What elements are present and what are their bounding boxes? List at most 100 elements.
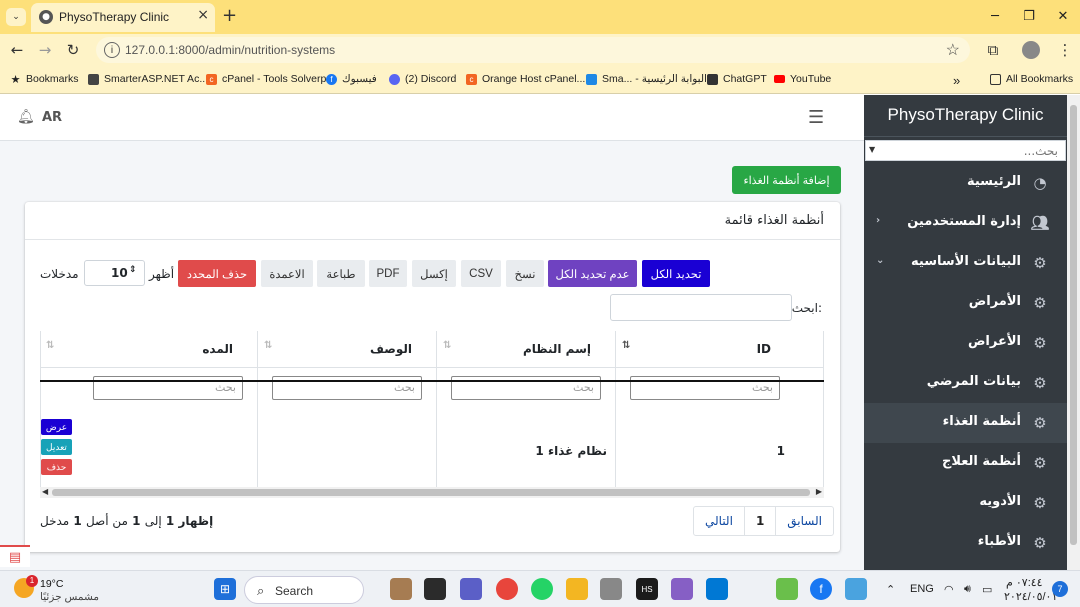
chevron-up-icon[interactable]: ⌃: [886, 583, 895, 596]
bookmark-item[interactable]: ★ Bookmarks: [10, 73, 79, 86]
csv-button[interactable]: CSV: [461, 260, 501, 287]
excel-button[interactable]: إكسل: [412, 260, 456, 287]
wifi-icon[interactable]: ◠: [944, 583, 954, 596]
card-header: أنظمة الغذاء قائمة: [25, 202, 840, 240]
notification-badge[interactable]: 7: [1052, 581, 1068, 597]
column-header-id[interactable]: ID ⇅: [616, 331, 795, 367]
teams-icon[interactable]: [460, 578, 482, 600]
pdf-button[interactable]: PDF: [369, 260, 407, 287]
bookmark-item[interactable]: c Orange Host cPanel...: [466, 73, 585, 85]
windows-start-icon[interactable]: ⊞: [214, 578, 236, 600]
sidebar-search-input[interactable]: [878, 143, 1058, 159]
gears-icon: ⚙: [1033, 454, 1047, 472]
sidebar-item-patients[interactable]: ⚙ بيانات المرضي: [864, 363, 1067, 403]
scrollbar-thumb[interactable]: [52, 489, 810, 496]
tab-close-icon[interactable]: ×: [197, 7, 209, 23]
scroll-left-icon[interactable]: ◀: [42, 487, 48, 496]
sidebar-item-symptoms[interactable]: ⚙ الأعراض: [864, 323, 1067, 363]
widgets-icon[interactable]: [390, 578, 412, 600]
store-icon[interactable]: [600, 578, 622, 600]
edit-button[interactable]: تعديل: [41, 439, 72, 455]
bookmark-item[interactable]: f فيسبوك: [326, 73, 377, 85]
sidebar-scrollbar[interactable]: [1067, 95, 1080, 570]
reload-icon[interactable]: ↻: [62, 39, 84, 61]
sidebar-search[interactable]: ▼: [865, 140, 1066, 161]
file-explorer-icon[interactable]: [566, 578, 588, 600]
taskbar-search[interactable]: ⌕ Search: [244, 576, 364, 604]
facebook-icon[interactable]: f: [810, 578, 832, 600]
sidebar-item-basic-data[interactable]: ⚙ البيانات الأساسيه ⌄: [864, 243, 1067, 283]
scrollbar-thumb[interactable]: [1070, 105, 1077, 545]
task-view-icon[interactable]: [424, 578, 446, 600]
deselect-all-button[interactable]: عدم تحديد الكل: [548, 260, 637, 287]
clock-time[interactable]: ٠٧:٤٤ م: [1006, 576, 1043, 589]
bookmark-star-icon[interactable]: ☆: [946, 40, 960, 60]
bookmark-item[interactable]: SmarterASP.NET Ac...: [88, 73, 208, 85]
chrome-icon[interactable]: [496, 578, 518, 600]
column-header-name[interactable]: إسم النظام ⇅: [437, 331, 615, 367]
sidebar-item-doctors[interactable]: ⚙ الأطباء: [864, 523, 1067, 563]
search-icon: ⌕: [257, 583, 265, 598]
debugbar-icon[interactable]: ▤: [0, 545, 30, 567]
copy-button[interactable]: نسخ: [506, 260, 544, 287]
columns-button[interactable]: الاعمدة: [261, 260, 313, 287]
scroll-right-icon[interactable]: ▶: [816, 487, 822, 496]
sidebar-item-home[interactable]: ◔ الرئيسية: [864, 163, 1067, 203]
back-icon[interactable]: ←: [6, 39, 28, 61]
volume-icon[interactable]: 🔊︎: [964, 583, 971, 596]
bookmark-item[interactable]: Sma... - البوابة الرئيسية: [586, 73, 707, 85]
sort-icon: ⇅: [46, 340, 55, 351]
bell-icon[interactable]: 🔔︎: [17, 109, 35, 125]
hamburger-icon[interactable]: ☰: [808, 107, 824, 128]
language-switch[interactable]: AR: [42, 110, 62, 125]
bookmark-item[interactable]: YouTube: [774, 73, 831, 85]
pagination-next[interactable]: التالي: [694, 507, 744, 535]
profile-avatar[interactable]: [1022, 41, 1040, 59]
url-field[interactable]: i 127.0.0.1:8000/admin/nutrition-systems…: [96, 37, 970, 63]
bookmark-item[interactable]: c cPanel - Tools Solverp: [206, 73, 326, 85]
whatsapp-icon[interactable]: [531, 578, 553, 600]
sidebar-item-treatment-systems[interactable]: ⚙ أنظمة العلاج: [864, 443, 1067, 483]
tab-search-button[interactable]: ⌄: [6, 8, 26, 26]
sidebar-item-diseases[interactable]: ⚙ الأمراض: [864, 283, 1067, 323]
column-header-description[interactable]: الوصف ⇅: [258, 331, 436, 367]
print-button[interactable]: طباعة: [317, 260, 365, 287]
extensions-icon[interactable]: ⧉: [982, 39, 1004, 61]
visual-studio-icon[interactable]: [671, 578, 693, 600]
all-bookmarks-button[interactable]: All Bookmarks: [990, 73, 1073, 85]
bookmark-item[interactable]: (2) Discord: [389, 73, 456, 85]
app-icon[interactable]: [776, 578, 798, 600]
bookmark-item[interactable]: ChatGPT: [707, 73, 767, 85]
battery-icon[interactable]: ▭: [982, 583, 992, 596]
delete-selected-button[interactable]: حذف المحدد: [178, 260, 256, 287]
temperature: 19°C: [40, 578, 64, 590]
restore-button[interactable]: ❐: [1012, 0, 1046, 32]
minimize-button[interactable]: ─: [978, 0, 1012, 32]
hs-app-icon[interactable]: HS: [636, 578, 658, 600]
sidebar-item-nutrition-systems[interactable]: ⚙ أنظمة الغذاء: [864, 403, 1067, 443]
new-tab-button[interactable]: +: [222, 5, 237, 26]
table-horizontal-scrollbar[interactable]: ◀ ▶: [40, 487, 824, 498]
pagination-page-1[interactable]: 1: [743, 507, 775, 535]
site-info-icon[interactable]: i: [104, 42, 120, 58]
select-all-button[interactable]: تحديد الكل: [642, 260, 710, 287]
column-header-duration[interactable]: المده ⇅: [40, 331, 257, 367]
add-nutrition-system-button[interactable]: إضافة أنظمة الغذاء: [732, 166, 841, 194]
table-search-input[interactable]: [610, 294, 792, 321]
more-bookmarks-button[interactable]: »: [953, 73, 960, 88]
vscode-icon[interactable]: [706, 578, 728, 600]
clock-date[interactable]: ٢٠٢٤/٠٥/٠١: [1004, 590, 1057, 603]
browser-tab[interactable]: ● PhysoTherapy Clinic ×: [31, 3, 215, 32]
page-length-select[interactable]: 10 ⇕: [84, 260, 145, 286]
app-icon[interactable]: [845, 578, 867, 600]
browser-menu-icon[interactable]: ⋮: [1054, 39, 1076, 61]
input-language[interactable]: ENG: [910, 583, 934, 595]
close-window-button[interactable]: ✕: [1046, 0, 1080, 32]
sidebar-item-medicines[interactable]: ⚙ الأدويه: [864, 483, 1067, 523]
pagination-prev[interactable]: السابق: [775, 507, 833, 535]
forward-icon[interactable]: →: [34, 39, 56, 61]
sidebar-item-users[interactable]: 👥︎ إدارة المستخدمين ‹: [864, 203, 1067, 243]
view-button[interactable]: عرض: [41, 419, 72, 435]
delete-button[interactable]: حذف: [41, 459, 72, 475]
sidebar-brand[interactable]: PhysoTherapy Clinic: [864, 95, 1067, 137]
